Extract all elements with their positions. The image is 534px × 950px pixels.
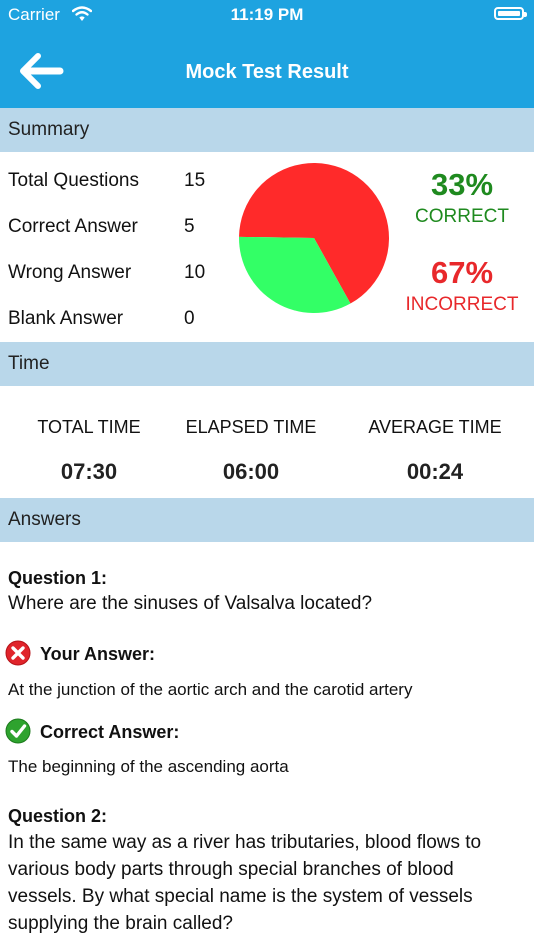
status-time: 11:19 PM	[230, 5, 304, 24]
check-circle-icon	[5, 718, 31, 744]
blank-answer-value: 0	[184, 308, 195, 329]
your-answer-label: Your Answer:	[40, 644, 156, 664]
correct-answer-heading: Correct Answer:	[40, 722, 180, 742]
summary-heading: Summary	[8, 119, 90, 140]
page-title: Mock Test Result	[185, 61, 349, 83]
question-1-title: Question 1:	[8, 568, 108, 588]
correct-answer-value: 5	[184, 216, 195, 237]
x-circle-icon	[5, 640, 31, 666]
question-1-text: Where are the sinuses of Valsalva locate…	[8, 593, 373, 614]
total-questions-value: 15	[184, 170, 206, 191]
question-2-title: Question 2:	[8, 806, 108, 826]
battery-icon	[494, 7, 527, 20]
total-time-label: TOTAL TIME	[37, 417, 141, 437]
answers-section-header: Answers	[0, 498, 534, 542]
result-pie-chart	[239, 163, 389, 314]
correct-percentage: 33%	[430, 167, 494, 202]
average-time-value: 00:24	[406, 459, 464, 484]
correct-answer-text: The beginning of the ascending aorta	[8, 757, 289, 776]
incorrect-label: INCORRECT	[405, 294, 519, 315]
average-time-label: AVERAGE TIME	[368, 417, 502, 437]
correct-answer-label: Correct Answer	[8, 216, 138, 237]
incorrect-percentage: 67%	[430, 255, 494, 290]
your-answer-text: At the junction of the aortic arch and t…	[8, 680, 413, 699]
answers-heading: Answers	[8, 509, 81, 530]
wrong-answer-label: Wrong Answer	[8, 262, 132, 283]
status-bar: Carrier 11:19 PM	[0, 0, 534, 32]
summary-section-header: Summary	[0, 108, 534, 152]
elapsed-time-value: 06:00	[222, 459, 280, 484]
blank-answer-label: Blank Answer	[8, 308, 124, 329]
time-section-header: Time	[0, 342, 534, 386]
question-2-text: In the same way as a river has tributari…	[8, 832, 482, 934]
time-heading: Time	[8, 353, 50, 374]
total-questions-label: Total Questions	[8, 170, 139, 191]
wrong-answer-value: 10	[184, 262, 206, 283]
elapsed-time-label: ELAPSED TIME	[185, 417, 317, 437]
total-time-value: 07:30	[60, 459, 118, 484]
correct-label: CORRECT	[415, 206, 509, 227]
